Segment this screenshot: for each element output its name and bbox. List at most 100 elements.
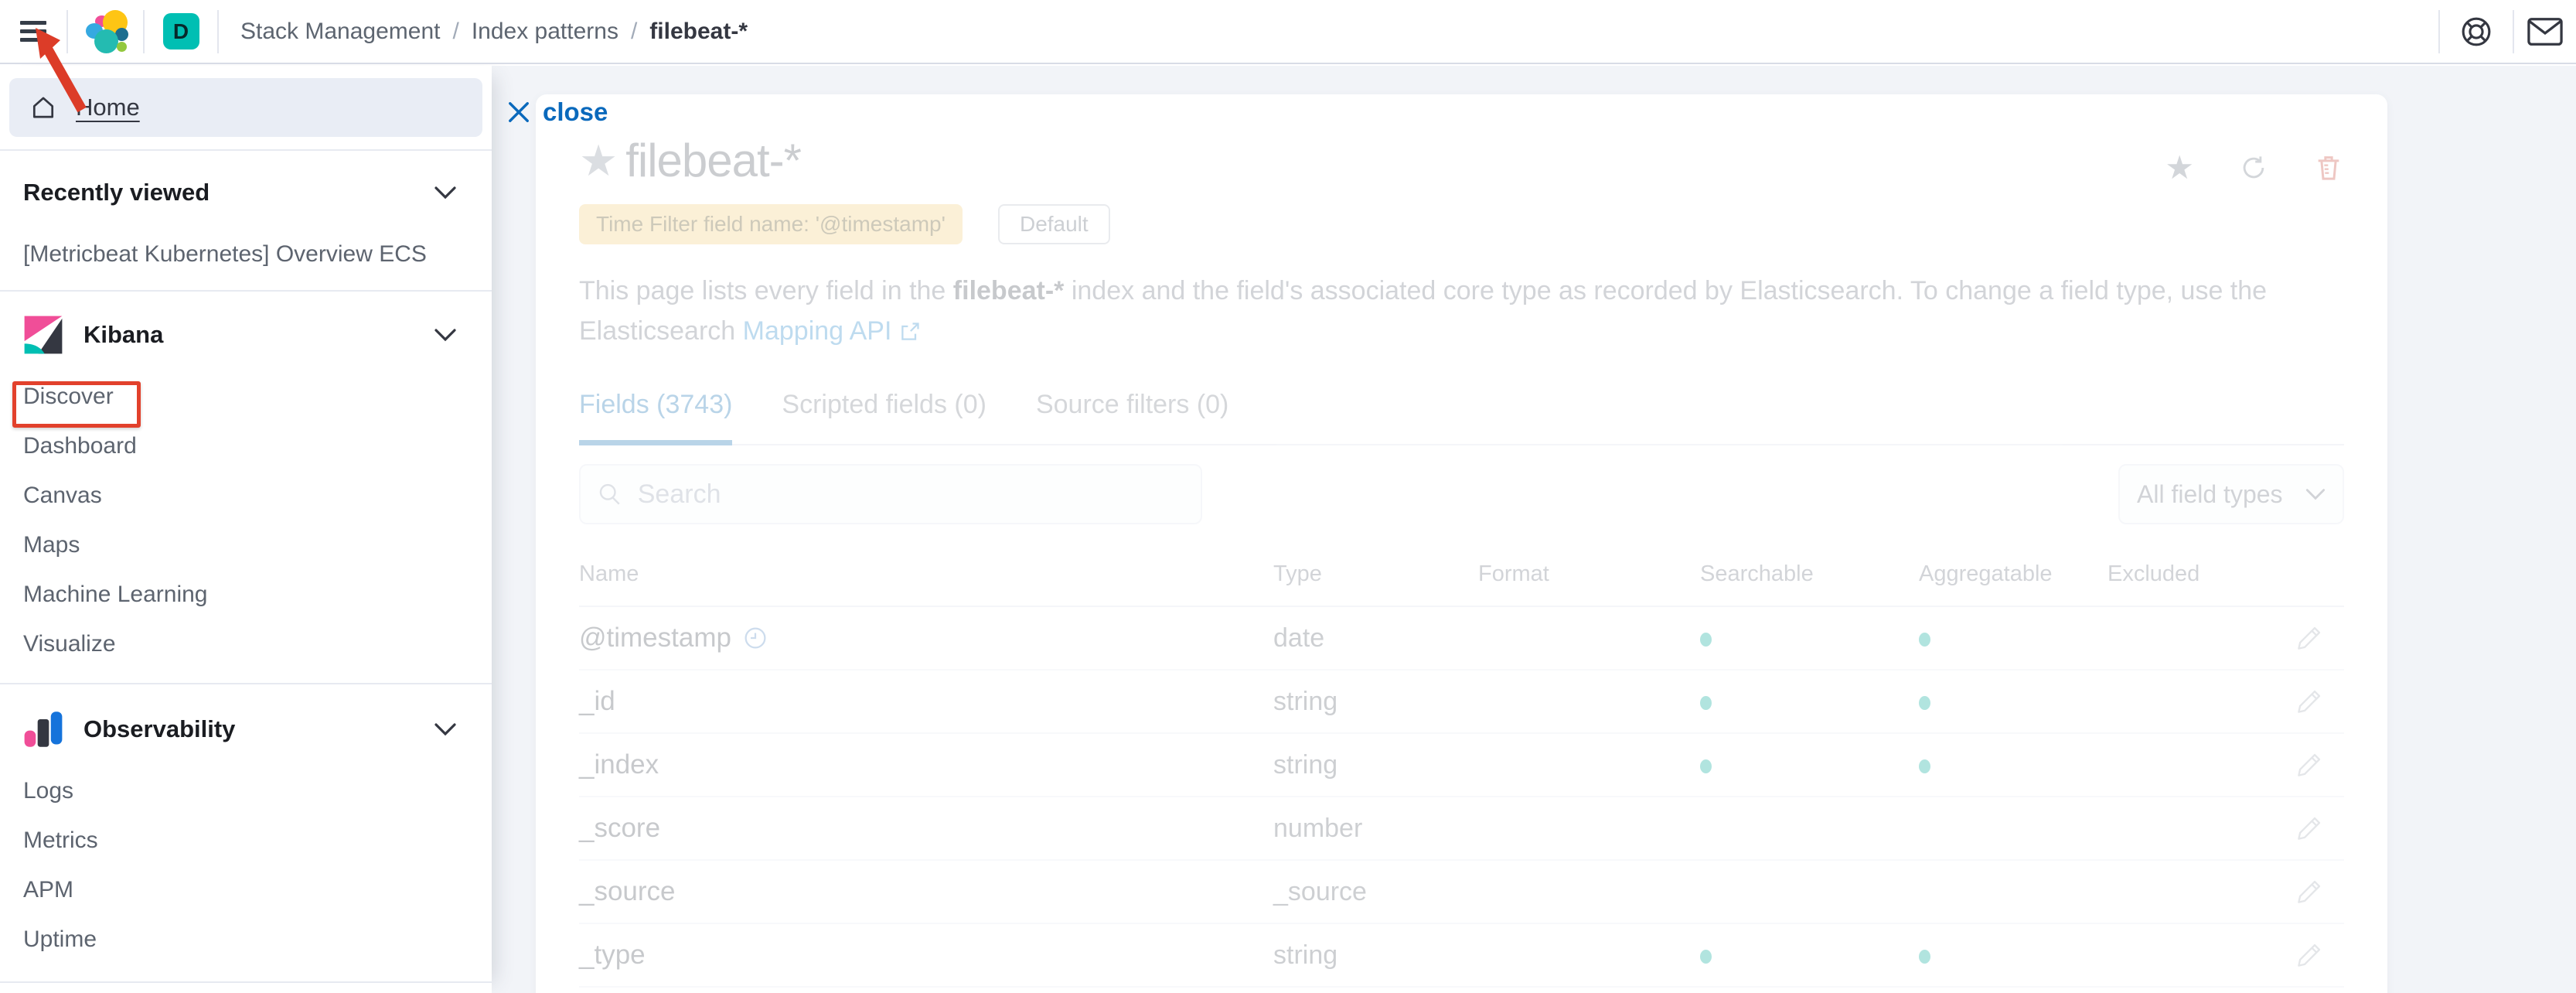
column-header-name[interactable]: Name [579,561,1273,587]
column-header-format: Format [1478,561,1700,587]
table-row[interactable]: @timestamp date [579,607,2344,671]
field-aggregatable [1919,940,2107,971]
search-icon [598,481,622,507]
help-button[interactable] [2440,0,2513,63]
field-search-box[interactable] [579,464,1202,524]
field-type: number [1273,814,1478,844]
page-title: filebeat-* [625,138,801,184]
delete-button[interactable] [2313,152,2344,183]
table-row[interactable]: _type string [579,924,2344,988]
edit-field-button[interactable] [2274,942,2344,968]
column-header-excluded: Excluded [2107,561,2274,587]
field-name: _score [579,813,660,844]
sidebar-item-canvas[interactable]: Canvas [23,471,469,520]
table-row[interactable]: _index string [579,734,2344,797]
edit-field-button[interactable] [2274,879,2344,905]
field-name: _type [579,940,646,971]
close-flyout-button[interactable]: close [507,97,608,127]
elastic-logo-icon [84,10,128,53]
section-title: Kibana [83,321,163,349]
searchable-dot-icon [1700,950,1712,964]
column-header-aggregatable[interactable]: Aggregatable [1919,561,2107,587]
page-description: This page lists every field in the fileb… [579,271,2344,351]
sidebar-item-logs[interactable]: Logs [23,766,469,816]
space-avatar[interactable]: D [163,13,199,49]
refresh-button[interactable] [2239,153,2268,183]
tab-bar: Fields (3743) Scripted fields (0) Source… [579,390,2344,445]
default-badge: Default [998,204,1110,244]
breadcrumb: Stack Management / Index patterns / file… [240,19,748,45]
sidebar-item-metricbeat-overview[interactable]: [Metricbeat Kubernetes] Overview ECS [23,230,469,279]
sidebar-item-uptime[interactable]: Uptime [23,915,469,964]
chevron-down-icon[interactable] [434,186,456,200]
elastic-logo[interactable] [68,0,143,63]
edit-field-button[interactable] [2274,688,2344,715]
table-row[interactable]: _id string [579,671,2344,734]
sidebar-item-home[interactable]: Home [9,78,482,137]
sidebar-item-dashboard[interactable]: Dashboard [23,421,469,471]
top-bar: D Stack Management / Index patterns / fi… [0,0,2576,64]
table-row[interactable]: _score number [579,797,2344,861]
field-type: _source [1273,877,1478,907]
sidebar-item-discover[interactable]: Discover [23,372,469,421]
column-header-searchable[interactable]: Searchable [1700,561,1919,587]
pencil-icon [2296,942,2322,968]
star-icon: ★ [579,139,618,183]
field-name: _index [579,749,659,780]
tab-fields[interactable]: Fields (3743) [579,390,732,445]
divider [0,981,492,983]
chevron-down-icon[interactable] [434,722,456,736]
column-header-type[interactable]: Type [1273,561,1478,587]
mapping-api-link[interactable]: Mapping API [743,316,892,346]
searchable-dot-icon [1700,696,1712,710]
edit-field-button[interactable] [2274,815,2344,841]
aggregatable-dot-icon [1919,759,1930,773]
set-default-star-button[interactable]: ★ [2165,152,2194,184]
searchable-dot-icon [1700,633,1712,647]
field-searchable [1700,623,1919,653]
sidebar-section-observability: Observability Logs Metrics APM Uptime [0,684,492,974]
pencil-icon [2296,625,2322,651]
edit-field-button[interactable] [2274,625,2344,651]
edit-field-button[interactable] [2274,752,2344,778]
search-input[interactable] [636,479,1184,510]
sidebar-item-label: Home [76,94,140,121]
sidebar-item-maps[interactable]: Maps [23,520,469,570]
faded-content: ★ filebeat-* ★ [536,94,2387,988]
table-body: @timestamp date _id string [579,607,2344,988]
menu-hamburger-button[interactable] [0,0,66,63]
divider [217,10,219,53]
close-icon [507,101,530,124]
sidebar-section-recently-viewed: Recently viewed [Metricbeat Kubernetes] … [0,151,492,288]
aggregatable-dot-icon [1919,633,1930,647]
newsfeed-button[interactable] [2514,0,2576,63]
pencil-icon [2296,879,2322,905]
tab-scripted-fields[interactable]: Scripted fields (0) [782,390,986,444]
field-type: string [1273,750,1478,780]
breadcrumb-index-patterns[interactable]: Index patterns [472,19,618,45]
aggregatable-dot-icon [1919,950,1930,964]
sidebar-item-visualize[interactable]: Visualize [23,619,469,669]
tab-source-filters[interactable]: Source filters (0) [1036,390,1228,444]
field-aggregatable [1919,750,2107,780]
chevron-down-icon [2305,488,2326,500]
page-background: ★ filebeat-* ★ [492,66,2576,993]
field-name: @timestamp [579,623,731,653]
aggregatable-dot-icon [1919,696,1930,710]
field-type: date [1273,623,1478,653]
table-row[interactable]: _source _source [579,861,2344,924]
sidebar-item-machine-learning[interactable]: Machine Learning [23,570,469,619]
pencil-icon [2296,752,2322,778]
breadcrumb-stack-management[interactable]: Stack Management [240,19,440,45]
chevron-down-icon[interactable] [434,328,456,342]
sidebar-section-kibana: Kibana Discover Dashboard Canvas Maps Ma… [0,292,492,678]
sidebar-item-apm[interactable]: APM [23,865,469,915]
field-type-filter-select[interactable]: All field types [2118,464,2344,524]
time-field-clock-icon [744,626,767,650]
table-header-row: Name Type Format Searchable Aggregatable… [579,561,2344,607]
home-icon [29,94,57,121]
sidebar-item-metrics[interactable]: Metrics [23,816,469,865]
index-pattern-panel: ★ filebeat-* ★ [536,94,2387,993]
field-searchable [1700,750,1919,780]
field-searchable [1700,940,1919,971]
